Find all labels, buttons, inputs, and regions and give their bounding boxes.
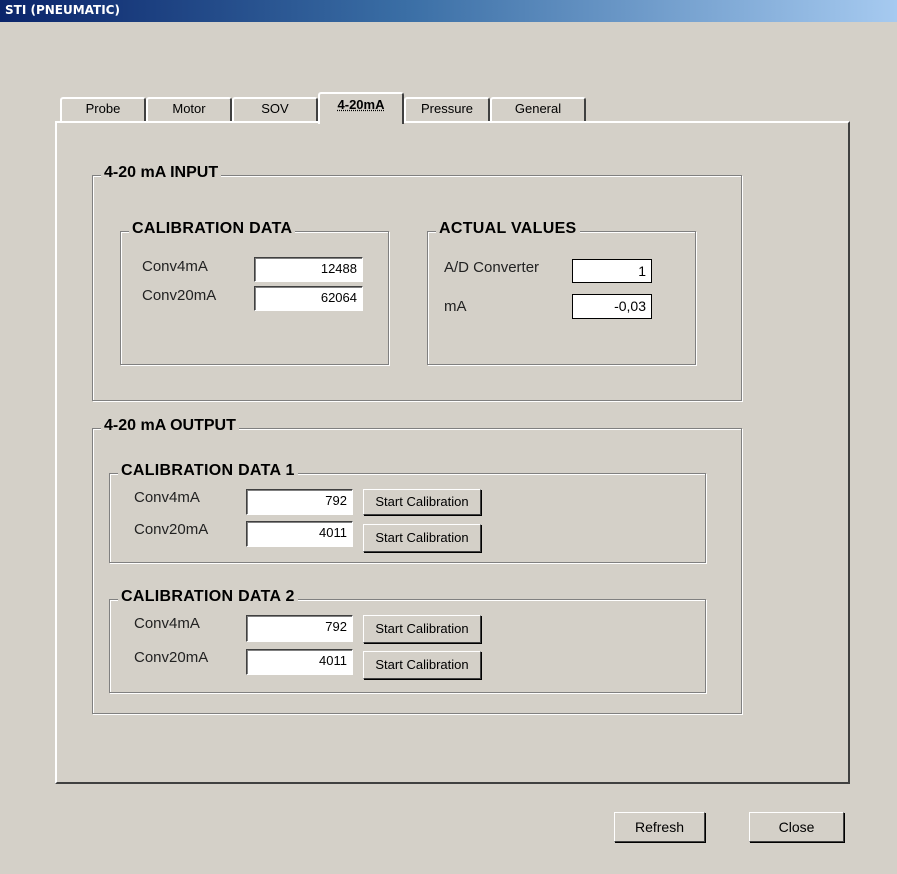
output-group-title: 4-20 mA OUTPUT (101, 417, 239, 435)
ma-value: -0,03 (572, 294, 652, 319)
output-calibration-2-group: CALIBRATION DATA 2 Conv4mA 792 Start Cal… (109, 588, 706, 693)
cal1-conv20ma-input[interactable]: 4011 (246, 521, 353, 547)
cal2-conv4ma-input[interactable]: 792 (246, 615, 353, 642)
cal1-conv4ma-label: Conv4mA (134, 489, 200, 506)
output-group: 4-20 mA OUTPUT CALIBRATION DATA 1 Conv4m… (92, 417, 742, 714)
tab-general[interactable]: General (490, 97, 586, 121)
cal1-conv4ma-input[interactable]: 792 (246, 489, 353, 515)
tab-pressure[interactable]: Pressure (404, 97, 490, 121)
ad-converter-label: A/D Converter (444, 259, 540, 276)
conv20ma-input[interactable]: 62064 (254, 286, 363, 311)
actual-values-title: ACTUAL VALUES (436, 220, 580, 238)
tab-general-label: General (514, 101, 562, 116)
cal1-conv20ma-label: Conv20mA (134, 521, 209, 538)
close-button[interactable]: Close (749, 812, 844, 842)
conv20ma-label: Conv20mA (142, 287, 217, 304)
tab-pressure-label: Pressure (420, 101, 474, 116)
cal2-conv20ma-label: Conv20mA (134, 649, 209, 666)
cal1-conv20ma-start-button[interactable]: Start Calibration (363, 524, 481, 552)
tab-sov[interactable]: SOV (232, 97, 318, 121)
input-group: 4-20 mA INPUT CALIBRATION DATA Conv4mA 1… (92, 164, 742, 401)
cal2-conv20ma-input[interactable]: 4011 (246, 649, 353, 675)
conv4ma-input[interactable]: 12488 (254, 257, 363, 282)
ma-label: mA (444, 298, 467, 315)
cal2-conv4ma-label: Conv4mA (134, 615, 200, 632)
ad-converter-value: 1 (572, 259, 652, 283)
conv4ma-label: Conv4mA (142, 258, 208, 275)
output-calibration-1-title: CALIBRATION DATA 1 (118, 462, 298, 480)
tab-4-20ma-label: 4-20mA (337, 97, 385, 112)
window-title: STI (PNEUMATIC) (5, 3, 120, 17)
tab-4-20ma[interactable]: 4-20mA (318, 92, 404, 124)
tab-motor-label: Motor (172, 101, 206, 116)
tab-motor[interactable]: Motor (146, 97, 232, 121)
actual-values-group: ACTUAL VALUES A/D Converter 1 mA -0,03 (427, 220, 696, 365)
input-calibration-group: CALIBRATION DATA Conv4mA 12488 Conv20mA … (120, 220, 389, 365)
tab-panel: 4-20 mA INPUT CALIBRATION DATA Conv4mA 1… (55, 121, 850, 784)
tab-sov-label: SOV (261, 101, 289, 116)
output-calibration-2-title: CALIBRATION DATA 2 (118, 588, 298, 606)
input-calibration-title: CALIBRATION DATA (129, 220, 296, 238)
tab-probe[interactable]: Probe (60, 97, 146, 121)
refresh-button[interactable]: Refresh (614, 812, 705, 842)
title-bar: STI (PNEUMATIC) (0, 0, 897, 22)
tab-probe-label: Probe (85, 101, 121, 116)
cal2-conv4ma-start-button[interactable]: Start Calibration (363, 615, 481, 643)
cal1-conv4ma-start-button[interactable]: Start Calibration (363, 489, 481, 515)
cal2-conv20ma-start-button[interactable]: Start Calibration (363, 651, 481, 679)
output-calibration-1-group: CALIBRATION DATA 1 Conv4mA 792 Start Cal… (109, 462, 706, 563)
input-group-title: 4-20 mA INPUT (101, 164, 222, 182)
